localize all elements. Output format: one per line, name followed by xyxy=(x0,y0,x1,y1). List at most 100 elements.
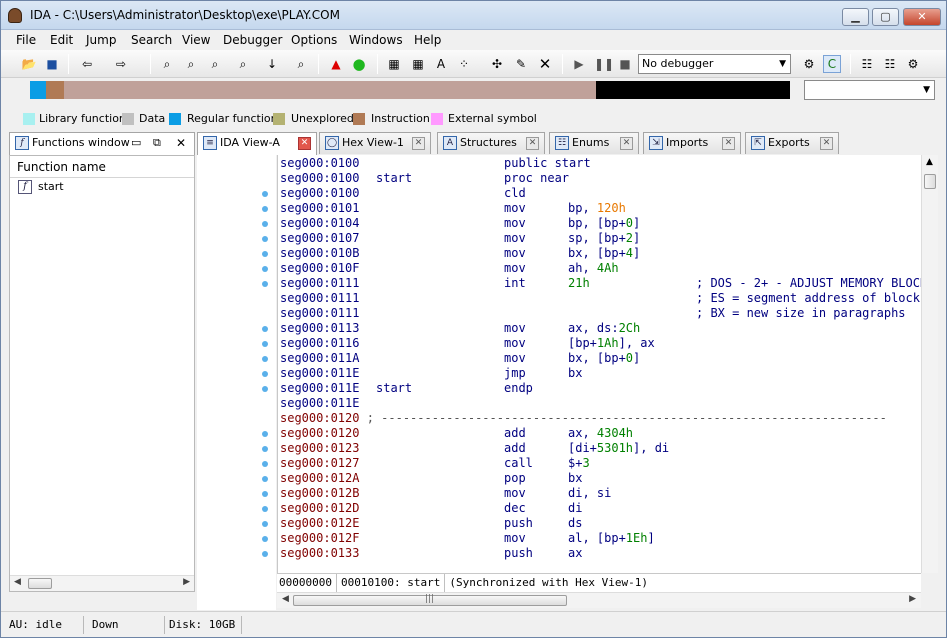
close-tab-icon[interactable]: ✕ xyxy=(526,137,539,150)
menu-search[interactable]: Search xyxy=(131,33,172,47)
disasm-line[interactable]: seg000:0133 push ax xyxy=(280,546,582,561)
function-name-header[interactable]: Function name xyxy=(10,156,194,178)
red-triangle-icon[interactable]: ▲ xyxy=(327,55,345,73)
disasm-line[interactable]: seg000:0111 int 21h ; DOS - 2+ - ADJUST MEM… xyxy=(280,276,921,291)
disasm-line[interactable]: seg000:0107 mov sp, [bp+2] xyxy=(280,231,640,246)
breakpoint-dot-icon[interactable] xyxy=(262,461,268,467)
menu-view[interactable]: View xyxy=(182,33,210,47)
string-icon[interactable]: A xyxy=(432,55,450,73)
breakpoint-dot-icon[interactable] xyxy=(262,536,268,542)
disasm-line[interactable]: seg000:012D dec di xyxy=(280,501,582,516)
disasm-line[interactable]: seg000:0120 add ax, 4304h xyxy=(280,426,633,441)
disasm-line[interactable]: seg000:012F mov al, [bp+1Eh] xyxy=(280,531,655,546)
minimize-button[interactable]: ▁ xyxy=(842,8,869,26)
debugger-options-icon[interactable]: ⚙ xyxy=(904,55,922,73)
disasm-line[interactable]: seg000:0100 start proc near xyxy=(280,171,569,186)
tab-functions-window[interactable]: f Functions window ▭ ⧉ ✕ xyxy=(9,132,195,155)
breakpoint-dot-icon[interactable] xyxy=(262,551,268,557)
disassembly-view[interactable]: seg000:0100 public start seg000:0100 start p… xyxy=(277,155,921,573)
menu-edit[interactable]: Edit xyxy=(50,33,73,47)
disasm-line[interactable]: seg000:0113 mov ax, ds:2Ch xyxy=(280,321,640,336)
disasm-line[interactable]: seg000:012B mov di, si xyxy=(280,486,611,501)
down-arrow-icon[interactable]: ↓ xyxy=(263,55,281,73)
trace-icon[interactable]: ☷ xyxy=(881,55,899,73)
navigation-band[interactable] xyxy=(30,81,790,99)
search-binary-icon[interactable]: ⌕ xyxy=(206,55,224,73)
disasm-line[interactable]: seg000:0111 ; BX = new size in paragraphs xyxy=(280,306,906,321)
code-icon[interactable]: ▦ xyxy=(385,55,403,73)
disasm-line[interactable]: seg000:0104 mov bp, [bp+0] xyxy=(280,216,640,231)
close-tab-icon[interactable]: ✕ xyxy=(620,137,633,150)
play-icon[interactable]: ▶ xyxy=(570,55,588,73)
disasm-line[interactable]: seg000:0127 call $+3 xyxy=(280,456,590,471)
disasm-line[interactable]: seg000:011A mov bx, [bp+0] xyxy=(280,351,640,366)
breakpoint-dot-icon[interactable] xyxy=(262,446,268,452)
struct-icon[interactable]: ✣ xyxy=(488,55,506,73)
nav-band-select[interactable]: ▼ xyxy=(804,80,935,100)
breakpoint-dot-icon[interactable] xyxy=(262,266,268,272)
patch-icon[interactable]: ✎ xyxy=(512,55,530,73)
float-icon[interactable]: ⧉ xyxy=(153,133,161,153)
breakpoint-dot-icon[interactable] xyxy=(262,356,268,362)
tab-enums[interactable]: ☷ Enums ✕ xyxy=(549,132,639,154)
breakpoint-dot-icon[interactable] xyxy=(262,251,268,257)
breakpoint-dot-icon[interactable] xyxy=(262,506,268,512)
breakpoint-dot-icon[interactable] xyxy=(262,371,268,377)
open-icon[interactable]: 📂 xyxy=(20,55,38,73)
pause-icon[interactable]: ❚❚ xyxy=(593,55,614,73)
close-tab-icon[interactable]: ✕ xyxy=(722,137,735,150)
tab-structures[interactable]: A Structures ✕ xyxy=(437,132,545,154)
breakpoint-list-icon[interactable]: ☷ xyxy=(858,55,876,73)
disasm-line[interactable]: seg000:0100 public start xyxy=(280,156,591,171)
close-tab-icon[interactable]: ✕ xyxy=(820,137,833,150)
breakpoint-dot-icon[interactable] xyxy=(262,236,268,242)
disasm-line[interactable]: seg000:011E jmp bx xyxy=(280,366,582,381)
disasm-line[interactable]: seg000:011E start endp xyxy=(280,381,533,396)
breakpoint-dot-icon[interactable] xyxy=(262,431,268,437)
menu-help[interactable]: Help xyxy=(414,33,441,47)
disasm-line[interactable]: seg000:011E xyxy=(280,396,359,411)
attach-icon[interactable]: ⚙ xyxy=(800,55,818,73)
menu-windows[interactable]: Windows xyxy=(349,33,403,47)
disasm-line[interactable]: seg000:0111 ; ES = segment address of blo… xyxy=(280,291,920,306)
scroll-right-icon[interactable]: ▶ xyxy=(183,577,190,587)
breakpoint-dot-icon[interactable] xyxy=(262,191,268,197)
maximize-button[interactable]: ▢ xyxy=(872,8,899,26)
disasm-line[interactable]: seg000:0116 mov [bp+1Ah], ax xyxy=(280,336,655,351)
back-icon[interactable]: ⇦ xyxy=(78,55,96,73)
disasm-line[interactable]: seg000:010F mov ah, 4Ah xyxy=(280,261,619,276)
disassembly-vscrollbar[interactable]: ▲ xyxy=(921,155,938,573)
menu-jump[interactable]: Jump xyxy=(86,33,116,47)
breakpoint-dot-icon[interactable] xyxy=(262,221,268,227)
menu-debugger[interactable]: Debugger xyxy=(223,33,282,47)
stop-icon[interactable]: ■ xyxy=(616,55,634,73)
forward-icon[interactable]: ⇨ xyxy=(112,55,130,73)
scroll-left-icon[interactable]: ◀ xyxy=(282,594,289,604)
tab-ida-view-a[interactable]: ≡ IDA View-A ✕ xyxy=(197,132,317,155)
dock-icon[interactable]: ▭ xyxy=(131,133,141,153)
save-icon[interactable]: ■ xyxy=(43,55,61,73)
scroll-thumb[interactable] xyxy=(924,174,936,189)
disasm-line[interactable]: seg000:0120 ; --------------------------… xyxy=(280,411,887,426)
binoculars-icon[interactable]: ⌕ xyxy=(158,55,176,73)
search-text-icon[interactable]: ⌕ xyxy=(182,55,200,73)
breakpoint-dot-icon[interactable] xyxy=(262,326,268,332)
scroll-left-icon[interactable]: ◀ xyxy=(14,577,21,587)
disasm-line[interactable]: seg000:012A pop bx xyxy=(280,471,582,486)
scroll-thumb[interactable] xyxy=(28,578,52,589)
close-button[interactable]: ✕ xyxy=(903,8,941,26)
scroll-right-icon[interactable]: ▶ xyxy=(909,594,916,604)
scroll-up-icon[interactable]: ▲ xyxy=(926,157,933,167)
data-icon[interactable]: ▦ xyxy=(409,55,427,73)
breakpoint-dot-icon[interactable] xyxy=(262,491,268,497)
disasm-line[interactable]: seg000:0100 cld xyxy=(280,186,526,201)
breakpoint-dot-icon[interactable] xyxy=(262,386,268,392)
graph-icon[interactable]: C xyxy=(823,55,841,73)
close-panel-icon[interactable]: ✕ xyxy=(176,133,186,153)
breakpoint-dot-icon[interactable] xyxy=(262,521,268,527)
breakpoint-dot-icon[interactable] xyxy=(262,206,268,212)
functions-hscrollbar[interactable]: ◀ ▶ xyxy=(10,575,194,591)
breakpoint-dot-icon[interactable] xyxy=(262,476,268,482)
menu-file[interactable]: File xyxy=(16,33,36,47)
disasm-line[interactable]: seg000:0123 add [di+5301h], di xyxy=(280,441,669,456)
